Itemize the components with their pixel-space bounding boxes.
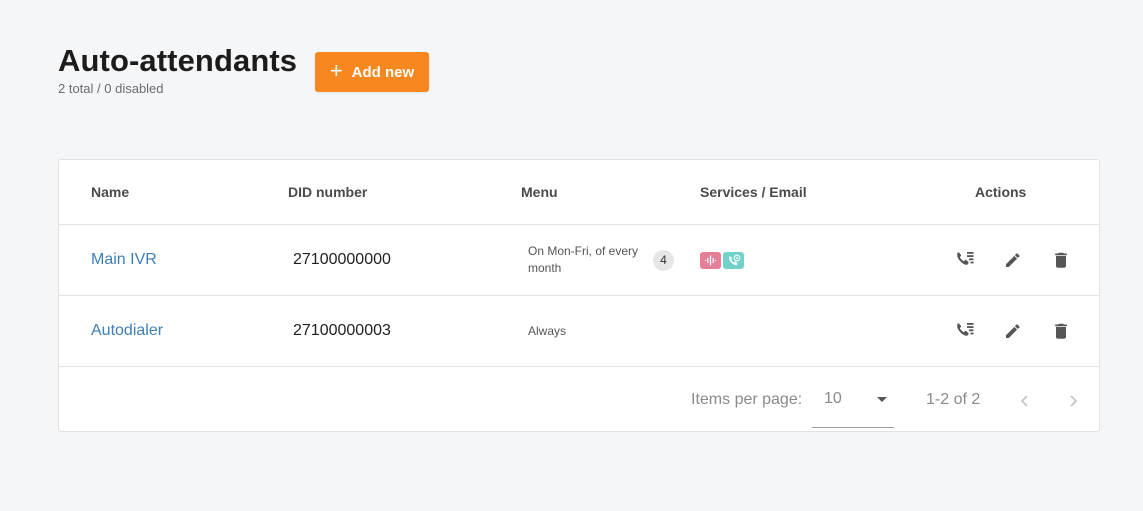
voice-recording-icon (700, 251, 721, 269)
call-recording-icon (723, 251, 744, 269)
edit-icon[interactable] (989, 240, 1037, 280)
items-per-page-label: Items per page: (691, 390, 803, 408)
add-new-button[interactable]: + Add new (315, 52, 429, 92)
menu-cell: On Mon-Fri, of every month 4 (528, 225, 674, 295)
page-range-label: 1-2 of 2 (926, 390, 981, 408)
delete-icon[interactable] (1037, 311, 1085, 351)
attendant-name-link[interactable]: Autodialer (91, 322, 163, 340)
items-per-page-select[interactable]: 10 (812, 384, 894, 428)
call-list-icon[interactable] (941, 311, 989, 351)
column-header-did[interactable]: DID number (288, 160, 367, 224)
paginator: Items per page: 10 1-2 of 2 (59, 367, 1099, 432)
page-subtitle: 2 total / 0 disabled (58, 81, 164, 96)
add-new-label: Add new (351, 63, 415, 81)
menu-schedule: On Mon-Fri, of every month (528, 244, 639, 275)
dropdown-arrow-icon (877, 397, 887, 402)
column-header-menu: Menu (521, 184, 558, 200)
delete-icon[interactable] (1037, 240, 1085, 280)
edit-icon[interactable] (989, 311, 1037, 351)
did-number: 27100000003 (293, 322, 391, 339)
column-header-services: Services / Email (700, 184, 807, 200)
page-title: Auto-attendants (58, 43, 298, 78)
call-list-icon[interactable] (941, 240, 989, 280)
plus-icon: + (329, 58, 343, 83)
attendant-name-link[interactable]: Main IVR (91, 251, 157, 269)
services-cell (700, 225, 744, 295)
table-row: Main IVR 27100000000 On Mon-Fri, of ever… (59, 225, 1099, 296)
actions-cell (941, 225, 1085, 295)
did-number: 27100000000 (293, 251, 391, 268)
chevron-right-icon[interactable] (1059, 387, 1087, 415)
column-header-actions: Actions (975, 184, 1027, 200)
table-row: Autodialer 27100000003 Always (59, 296, 1099, 367)
auto-attendants-table: Name DID number Menu Services / Email Ac… (58, 159, 1100, 432)
column-header-name[interactable]: Name (91, 160, 129, 224)
chevron-left-icon[interactable] (1011, 387, 1039, 415)
actions-cell (941, 296, 1085, 366)
menu-cell: Always (528, 296, 650, 366)
menu-schedule: Always (528, 323, 567, 338)
menu-count-badge: 4 (653, 249, 674, 271)
page-header: Auto-attendants 2 total / 0 disabled (58, 42, 297, 96)
items-per-page-value: 10 (824, 390, 842, 407)
table-header-row: Name DID number Menu Services / Email Ac… (59, 160, 1099, 225)
